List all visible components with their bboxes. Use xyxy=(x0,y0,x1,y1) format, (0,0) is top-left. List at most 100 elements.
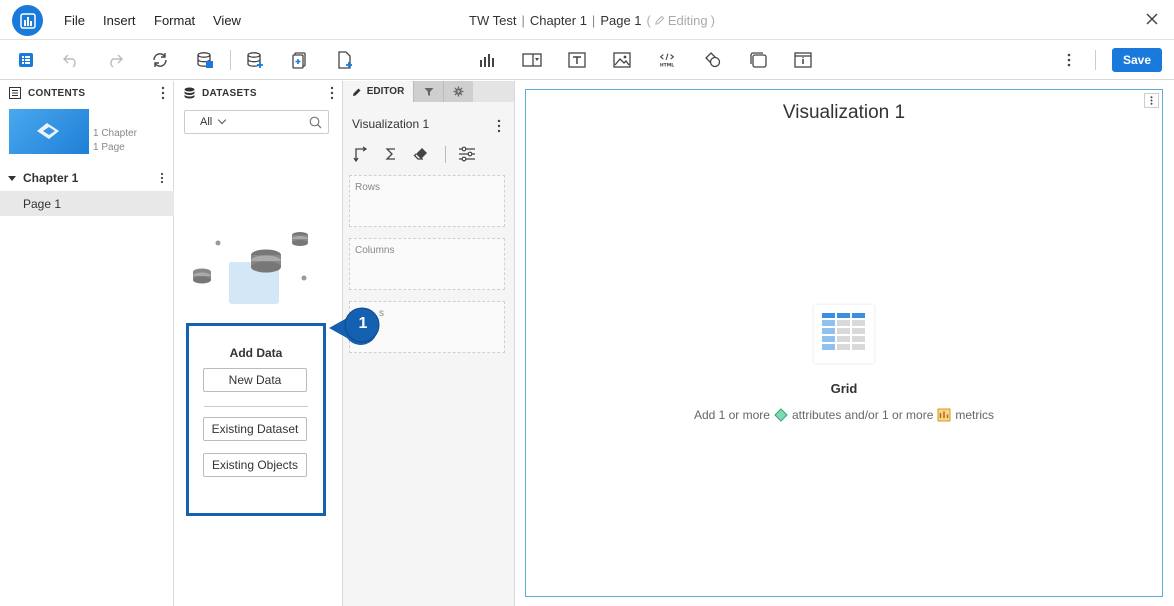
document-name: TW Test xyxy=(469,13,517,28)
eraser-icon[interactable] xyxy=(413,146,429,162)
thumbnail-logo-icon xyxy=(37,123,59,139)
pencil-icon xyxy=(655,15,665,25)
image-icon[interactable] xyxy=(612,50,632,70)
page-item[interactable]: Page 1 xyxy=(0,191,174,216)
callout-number: 1 xyxy=(358,315,368,332)
document-title: TW Test | Chapter 1 | Page 1 ( Editing ) xyxy=(469,13,715,28)
columns-label: Columns xyxy=(355,245,395,256)
info-window-icon[interactable] xyxy=(793,50,813,70)
add-data-title: Add Data xyxy=(229,346,283,360)
sigma-icon[interactable] xyxy=(383,146,399,162)
columns-drop-zone[interactable]: Columns xyxy=(349,238,505,290)
tab-filter[interactable] xyxy=(413,81,443,102)
chapter-thumbnail[interactable] xyxy=(9,109,89,154)
redo-icon[interactable] xyxy=(105,50,125,70)
undo-icon[interactable] xyxy=(61,50,81,70)
visualization-name: Visualization 1 xyxy=(352,117,430,131)
panel-stack-icon[interactable] xyxy=(748,50,768,70)
status-open-paren: ( xyxy=(646,13,651,28)
contents-list-icon xyxy=(9,87,21,99)
grid-label: Grid xyxy=(830,381,858,396)
rows-drop-zone[interactable]: Rows xyxy=(349,175,505,227)
chevron-down-icon[interactable] xyxy=(217,115,227,125)
datasets-header: DATASETS xyxy=(175,81,342,105)
database-icon xyxy=(184,87,195,99)
refresh-icon[interactable] xyxy=(150,50,170,70)
save-button[interactable]: Save xyxy=(1112,48,1162,72)
grid-placeholder xyxy=(814,305,874,363)
status-close-paren: ) xyxy=(710,13,715,28)
gear-icon xyxy=(453,86,464,97)
search-icon[interactable] xyxy=(309,116,322,129)
contents-menu-icon[interactable] xyxy=(161,86,165,100)
add-data-divider xyxy=(204,406,308,407)
visualization-options-icon[interactable] xyxy=(1144,93,1159,108)
datasets-title: DATASETS xyxy=(202,87,257,99)
chapter-item[interactable]: Chapter 1 xyxy=(0,167,174,189)
duplicate-icon[interactable] xyxy=(290,50,310,70)
datasets-menu-icon[interactable] xyxy=(330,86,334,100)
chapter-label: Chapter 1 xyxy=(23,171,79,185)
chapter-name: Chapter 1 xyxy=(529,13,587,28)
title-separator: | xyxy=(521,13,525,28)
menu-file[interactable]: File xyxy=(64,13,85,28)
text-box-icon[interactable] xyxy=(567,50,587,70)
page-name: Page 1 xyxy=(600,13,642,28)
grid-hint: Add 1 or more attributes and/or 1 or mor… xyxy=(526,408,1162,422)
canvas-area: Visualization 1 Grid Add 1 or more attri… xyxy=(516,81,1174,606)
status-text: Editing xyxy=(667,13,708,28)
visualization-title[interactable]: Visualization 1 xyxy=(526,102,1162,124)
add-data-box: Add Data New Data Existing Dataset Exist… xyxy=(186,323,326,516)
visualization-menu-icon[interactable] xyxy=(497,119,501,133)
visualization-container[interactable]: Visualization 1 Grid Add 1 or more attri… xyxy=(525,89,1163,597)
filter-value[interactable]: All xyxy=(200,116,212,128)
thumbnail-meta: 1 Chapter 1 Page xyxy=(93,127,137,155)
chevron-down-icon[interactable] xyxy=(8,175,16,181)
menu-insert[interactable]: Insert xyxy=(103,13,136,28)
tab-editor[interactable]: EDITOR xyxy=(343,81,413,102)
hint-metrics: metrics xyxy=(955,408,995,422)
add-dataset-icon[interactable] xyxy=(245,50,265,70)
new-page-icon[interactable] xyxy=(335,50,355,70)
filter-icon xyxy=(424,87,433,96)
contents-title: CONTENTS xyxy=(28,87,86,99)
more-options-icon[interactable] xyxy=(1059,50,1079,70)
svg-text:HTML: HTML xyxy=(660,62,674,68)
close-icon[interactable] xyxy=(1144,11,1160,27)
tab-format[interactable] xyxy=(443,81,473,102)
title-separator: | xyxy=(591,13,596,28)
shapes-icon[interactable] xyxy=(703,50,723,70)
pencil-icon xyxy=(352,88,361,96)
app-logo-icon[interactable] xyxy=(12,5,43,36)
editor-tabs: EDITOR xyxy=(343,81,514,102)
data-source-icon[interactable] xyxy=(195,50,215,70)
existing-objects-button[interactable]: Existing Objects xyxy=(203,453,307,477)
contents-header: CONTENTS xyxy=(0,81,173,105)
rows-label: Rows xyxy=(355,182,381,193)
attribute-icon xyxy=(774,408,788,422)
toolbar: HTML Save xyxy=(0,40,1174,80)
chapter-menu-icon[interactable] xyxy=(160,172,164,184)
dataset-filter-search[interactable]: All xyxy=(184,110,329,134)
menu-view[interactable]: View xyxy=(213,13,241,28)
tab-editor-label: EDITOR xyxy=(366,86,405,97)
new-data-button[interactable]: New Data xyxy=(203,368,307,392)
toggle-contents-icon[interactable] xyxy=(16,50,36,70)
metric-icon xyxy=(937,408,951,422)
step-callout: 1 xyxy=(327,304,389,346)
grid-icon xyxy=(822,313,865,350)
hint-attributes: attributes and/or 1 or more xyxy=(791,408,934,422)
editor-divider xyxy=(445,146,446,163)
html-container-icon[interactable]: HTML xyxy=(657,50,677,70)
settings-sliders-icon[interactable] xyxy=(458,146,476,162)
toolbar-divider xyxy=(230,50,231,70)
chart-icon[interactable] xyxy=(477,50,497,70)
contents-panel: CONTENTS 1 Chapter 1 Page Chapter 1 Page… xyxy=(0,81,174,606)
page-count: 1 Page xyxy=(93,142,125,153)
swap-axes-icon[interactable] xyxy=(353,146,369,162)
existing-dataset-button[interactable]: Existing Dataset xyxy=(203,417,307,441)
filter-panel-icon[interactable] xyxy=(522,50,542,70)
menu-format[interactable]: Format xyxy=(154,13,195,28)
toolbar-divider xyxy=(1095,50,1096,70)
chapter-count: 1 Chapter xyxy=(93,128,137,139)
